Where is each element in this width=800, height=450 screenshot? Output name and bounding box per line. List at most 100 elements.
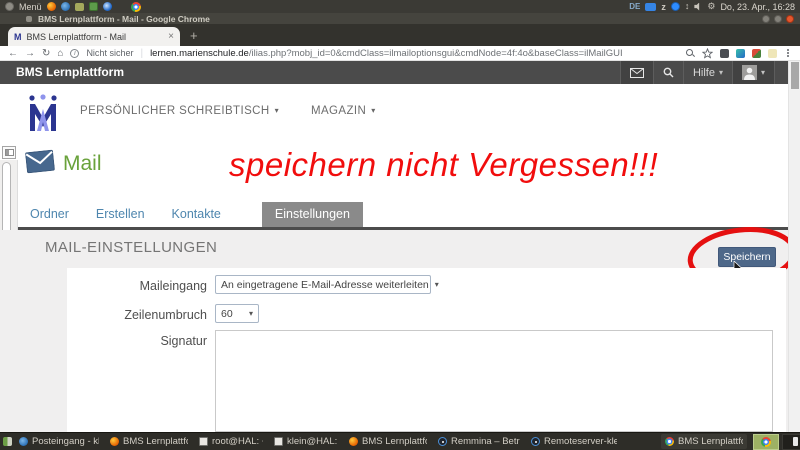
chrome-launcher-icon[interactable] <box>131 2 141 12</box>
reload-icon[interactable]: ↻ <box>42 47 50 60</box>
workspace-window-icon <box>793 437 798 446</box>
workspace-2[interactable] <box>782 434 800 450</box>
browser-toolbar: ← → ↻ ⌂ i Nicht sicher | lernen.mariensc… <box>0 46 800 61</box>
chevron-down-icon: ▾ <box>249 310 253 318</box>
extension-icon[interactable] <box>768 49 777 58</box>
address-url[interactable]: lernen.marienschule.de/ilias.php?mobj_id… <box>150 48 678 59</box>
help-label: Hilfe <box>693 67 715 79</box>
chevron-down-icon: ▾ <box>435 281 439 289</box>
remmina-icon <box>438 437 447 446</box>
maximize-button[interactable] <box>774 15 782 23</box>
tab-erstellen[interactable]: Erstellen <box>96 207 145 227</box>
panel-clock[interactable]: Do, 23. Apr., 16:28 <box>720 2 795 12</box>
chrome-icon <box>665 437 674 446</box>
extension-icon[interactable] <box>720 49 729 58</box>
firefox-icon <box>110 437 119 446</box>
menu-button[interactable]: Menü <box>19 2 42 12</box>
firefox-icon <box>349 437 358 446</box>
desktop-top-panel: Menü DE z ↕ ⚙ Do, 23. Apr., 16:28 <box>0 0 800 13</box>
taskbar-item[interactable]: BMS Lernplattform - Se... <box>345 434 431 449</box>
chevron-down-icon: ▾ <box>371 107 375 115</box>
input-method-icon[interactable] <box>645 3 656 11</box>
close-button[interactable] <box>786 15 794 23</box>
home-icon[interactable]: ⌂ <box>57 47 63 60</box>
nav-personal-desktop[interactable]: PERSÖNLICHER SCHREIBTISCH ▾ <box>80 105 279 117</box>
taskbar-item-label: Posteingang - klein@m... <box>32 436 99 447</box>
show-desktop-icon[interactable] <box>3 437 12 446</box>
maileingang-select[interactable]: An eingetragene E-Mail-Adresse weiterlei… <box>215 275 431 294</box>
workspace-1-active[interactable] <box>753 434 779 450</box>
taskbar-item[interactable]: Remoteserver-klein <box>527 434 621 449</box>
z-tray-icon[interactable]: z <box>661 2 666 12</box>
site-subheader: PERSÖNLICHER SCHREIBTISCH ▾ MAGAZIN ▾ <box>0 84 800 145</box>
extension-icon[interactable] <box>736 49 745 58</box>
tab-title: BMS Lernplattform - Mail <box>27 32 164 42</box>
maileingang-value: An eingetragene E-Mail-Adresse weiterlei… <box>221 279 429 291</box>
marienschule-logo[interactable] <box>27 94 59 132</box>
window-titlebar[interactable]: BMS Lernplattform - Mail - Google Chrome <box>0 13 800 24</box>
tab-einstellungen[interactable]: Einstellungen <box>262 202 363 227</box>
zoom-app-tray-icon[interactable] <box>671 2 680 11</box>
bookmark-star-icon[interactable] <box>702 48 713 59</box>
signatur-textarea[interactable] <box>215 330 773 432</box>
settings-gear-icon[interactable]: ⚙ <box>707 2 715 11</box>
taskbar-item-label: Remoteserver-klein <box>544 436 617 447</box>
site-brand[interactable]: BMS Lernplattform <box>16 65 620 84</box>
tab-kontakte[interactable]: Kontakte <box>172 207 221 227</box>
window-title: BMS Lernplattform - Mail - Google Chrome <box>38 14 758 24</box>
chevron-down-icon: ▾ <box>275 107 279 115</box>
browser-menu-icon[interactable] <box>787 52 789 54</box>
maileingang-label: Maileingang <box>67 279 207 293</box>
firefox-launcher-icon[interactable] <box>47 2 56 11</box>
header-search-button[interactable] <box>653 61 683 84</box>
taskbar-item-label: BMS Lernplattform - Ü... <box>123 436 188 447</box>
terminal-icon <box>199 437 208 446</box>
distribution-menu-icon[interactable] <box>5 2 14 11</box>
mail-page-icon <box>25 150 55 174</box>
help-menu[interactable]: Hilfe ▾ <box>683 61 732 84</box>
tree-panel-toggle[interactable] <box>2 146 16 159</box>
terminal-launcher-icon[interactable] <box>89 2 98 11</box>
close-tab-icon[interactable]: × <box>168 32 174 42</box>
header-mail-button[interactable] <box>620 61 653 84</box>
page-viewport: BMS Lernplattform Hilfe ▾ ▾ <box>0 61 800 432</box>
terminal-icon <box>274 437 283 446</box>
tab-ordner[interactable]: Ordner <box>30 207 69 227</box>
zoom-page-icon[interactable] <box>685 48 695 58</box>
taskbar-item-label: BMS Lernplattform - M... <box>678 436 743 447</box>
user-menu[interactable]: ▾ <box>732 61 774 84</box>
taskbar-item-label: Remmina – Betrachter ... <box>451 436 520 447</box>
keyboard-layout-indicator[interactable]: DE <box>629 2 640 11</box>
taskbar-item-label: root@HAL: ~ <box>212 436 263 447</box>
handwritten-annotation: speichern nicht Vergessen!!! <box>229 146 774 184</box>
thunderbird-launcher-icon[interactable] <box>61 2 70 11</box>
search-icon <box>663 67 674 78</box>
page-title: Mail <box>63 152 102 176</box>
minimize-button[interactable] <box>762 15 770 23</box>
remmina-icon <box>531 437 540 446</box>
forward-icon[interactable]: → <box>25 47 35 60</box>
zeilenumbruch-value: 60 <box>221 308 243 320</box>
taskbar-item-active[interactable]: BMS Lernplattform - M... <box>661 434 747 449</box>
url-path: /ilias.php?mobj_id=0&cmdClass=ilmailopti… <box>249 48 623 59</box>
volume-icon[interactable] <box>694 3 702 11</box>
avatar <box>742 65 757 80</box>
browser-scrollbar[interactable] <box>788 61 800 432</box>
clock-app-icon[interactable] <box>103 2 112 11</box>
extension-icon[interactable] <box>752 49 761 58</box>
files-launcher-icon[interactable] <box>75 3 84 11</box>
browser-tab[interactable]: M BMS Lernplattform - Mail × <box>8 27 180 46</box>
taskbar-item[interactable]: klein@HAL: ~ <box>270 434 342 449</box>
taskbar-item[interactable]: Posteingang - klein@m... <box>15 434 103 449</box>
taskbar-item[interactable]: Remmina – Betrachter ... <box>434 434 524 449</box>
taskbar-item-label: klein@HAL: ~ <box>287 436 338 447</box>
network-arrows-icon[interactable]: ↕ <box>685 2 690 11</box>
zeilenumbruch-select[interactable]: 60 ▾ <box>215 304 259 323</box>
taskbar-item[interactable]: BMS Lernplattform - Ü... <box>106 434 192 449</box>
nav-magazin[interactable]: MAGAZIN ▾ <box>311 105 376 117</box>
site-info-icon[interactable]: i <box>70 49 79 58</box>
back-icon[interactable]: ← <box>8 47 18 60</box>
new-tab-button[interactable]: + <box>190 28 198 44</box>
taskbar-item[interactable]: root@HAL: ~ <box>195 434 267 449</box>
scrollbar-thumb[interactable] <box>791 62 799 89</box>
